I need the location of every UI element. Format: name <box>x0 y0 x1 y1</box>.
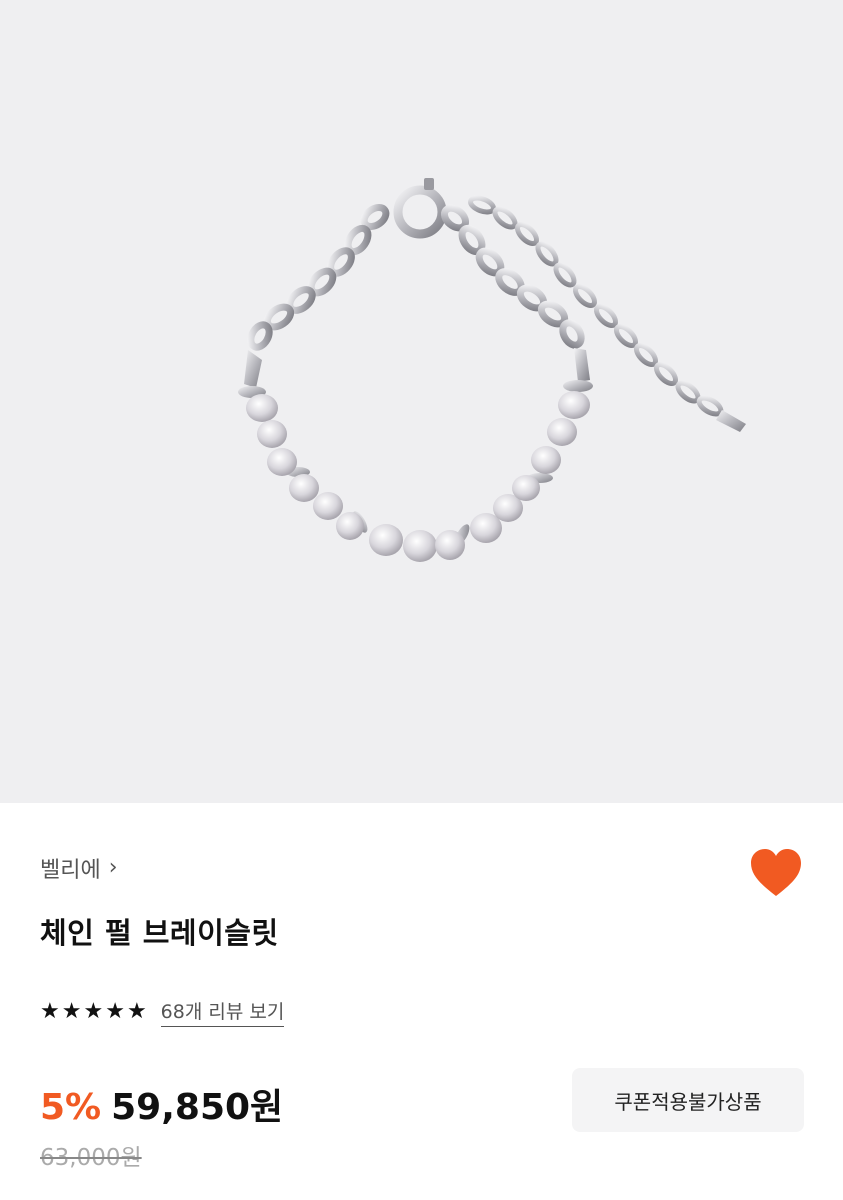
star-icon: ★ <box>105 999 125 1024</box>
discount-rate: 5% <box>40 1087 102 1128</box>
review-link[interactable]: 68개 리뷰 보기 <box>160 997 285 1027</box>
star-icon: ★ <box>61 999 82 1024</box>
star-icon: ★ <box>126 999 147 1024</box>
heart-icon <box>751 849 801 896</box>
product-image[interactable] <box>0 0 843 803</box>
price-row: 5% 59,850원 <box>40 1078 283 1130</box>
original-price: 63,000원 <box>40 1145 142 1171</box>
rating-row: ★ ★ ★ ★ ★ 68개 리뷰 보기 <box>40 997 285 1027</box>
star-icon: ★ <box>83 999 104 1024</box>
bracelet-illustration <box>238 178 746 562</box>
chevron-right-icon: › <box>108 855 118 880</box>
star-icon: ★ <box>40 999 60 1024</box>
coupon-status-badge: 쿠폰적용불가상품 <box>572 1068 804 1132</box>
sale-price: 59,850원 <box>111 1087 284 1128</box>
brand-link[interactable]: 벨리에 › <box>40 852 118 884</box>
wishlist-button[interactable] <box>748 846 804 900</box>
brand-name: 벨리에 <box>40 858 101 883</box>
product-title: 체인 펄 브레이슬릿 <box>40 916 279 950</box>
star-rating: ★ ★ ★ ★ ★ <box>40 1001 147 1023</box>
